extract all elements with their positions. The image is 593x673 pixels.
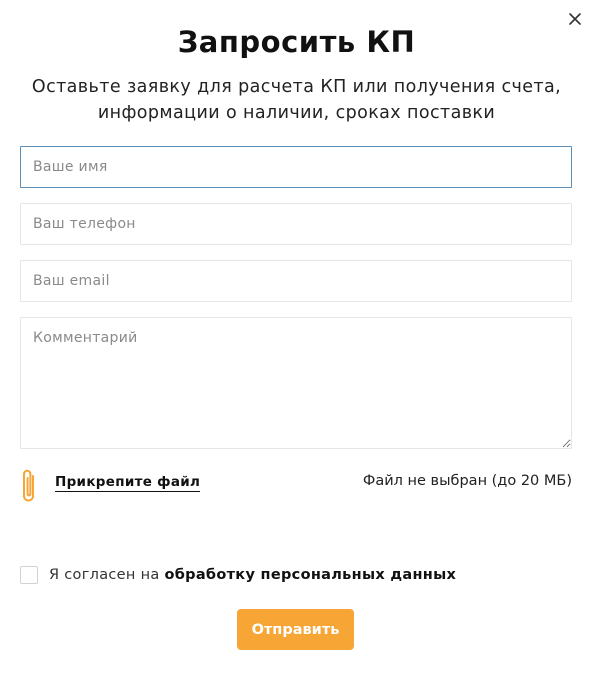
subtitle-line-1: Оставьте заявку для расчета КП или получ… (31, 77, 562, 97)
consent-prefix: Я согласен на (49, 567, 165, 583)
phone-input[interactable] (20, 203, 572, 245)
file-attach-row: Прикрепите файл Файл не выбран (до 20 МБ… (20, 466, 572, 506)
attach-file-link[interactable]: Прикрепите файл (55, 474, 201, 492)
consent-checkbox[interactable] (20, 566, 38, 584)
personal-data-link[interactable]: обработку персональных данных (164, 567, 456, 583)
file-status-text: Файл не выбран (до 20 МБ) (362, 473, 572, 489)
subtitle-line-2: информации о наличии, сроках поставки (97, 103, 496, 123)
comment-textarea[interactable] (20, 317, 572, 449)
modal-title: Запросить КП (177, 25, 416, 59)
consent-label: Я согласен на обработку персональных дан… (49, 567, 456, 583)
email-input[interactable] (20, 260, 572, 302)
consent-row: Я согласен на обработку персональных дан… (20, 566, 572, 588)
paperclip-icon[interactable] (20, 466, 40, 506)
request-quote-modal: Запросить КП Оставьте заявку для расчета… (0, 0, 593, 673)
submit-button[interactable]: Отправить (237, 609, 354, 650)
name-input[interactable] (20, 146, 572, 188)
modal-subtitle: Оставьте заявку для расчета КП или получ… (10, 74, 583, 126)
